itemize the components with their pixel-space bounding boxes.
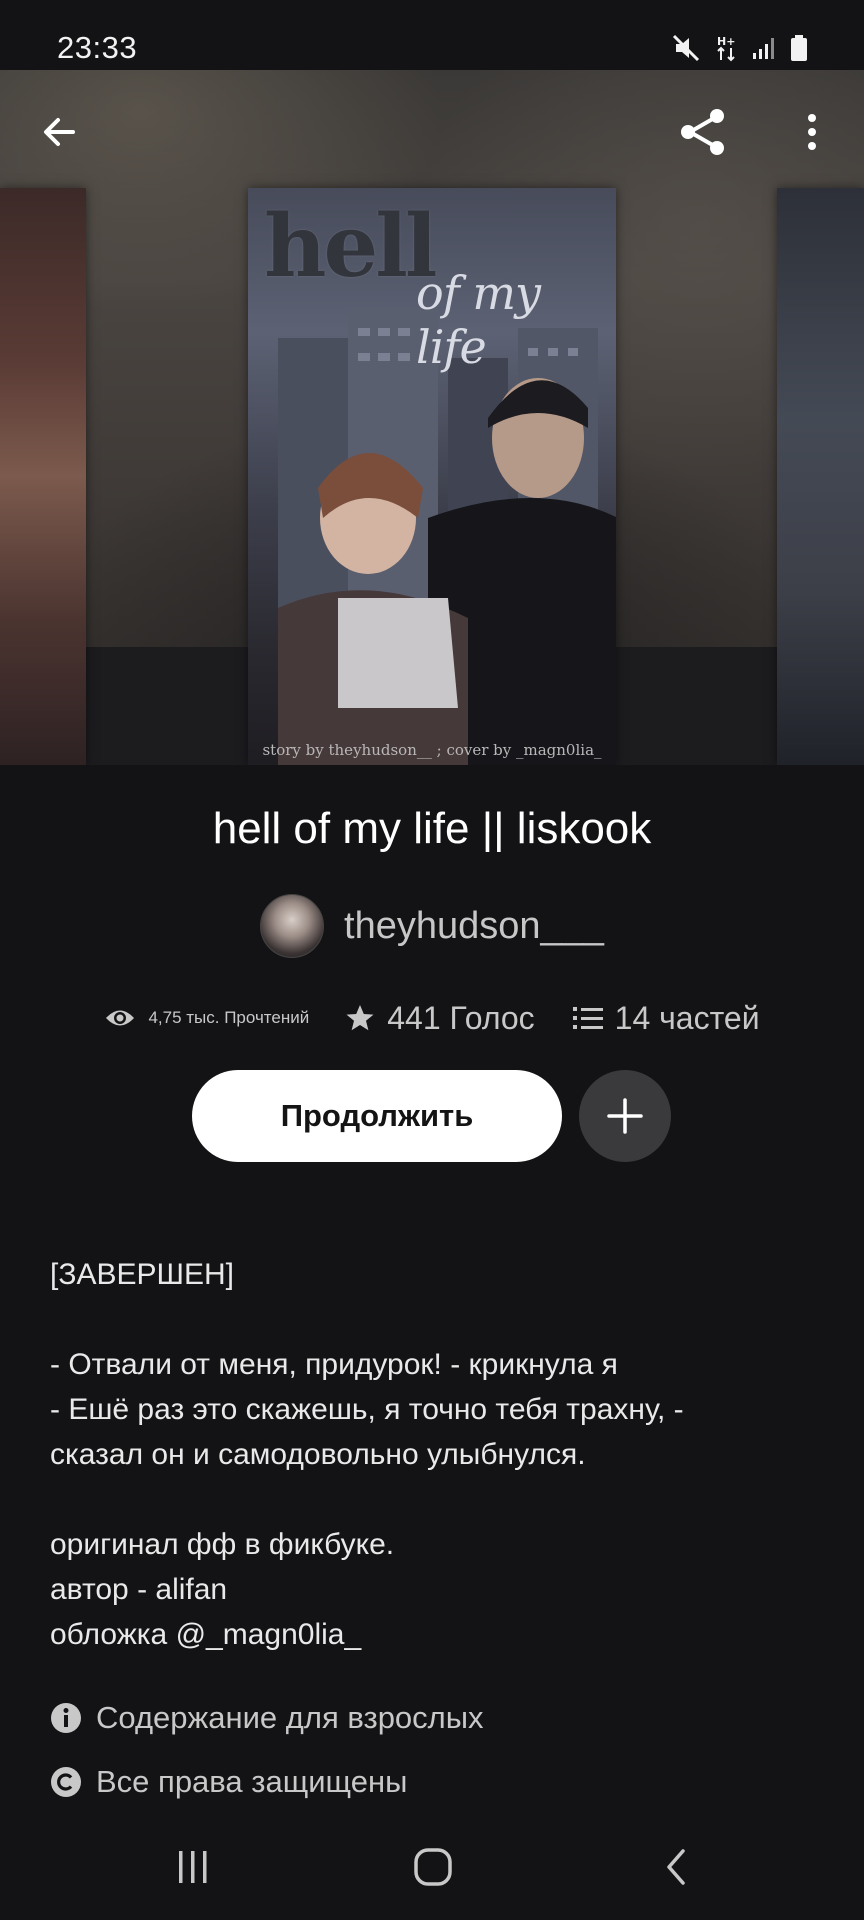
- status-time: 23:33: [57, 30, 138, 65]
- info-icon: [51, 1703, 81, 1733]
- copyright-icon: [51, 1767, 81, 1797]
- next-story-cover[interactable]: [777, 188, 864, 765]
- description-text: [ЗАВЕРШЕН] - Отвали от меня, придурок! -…: [50, 1258, 684, 1651]
- cover-title-hell: hell: [264, 196, 438, 297]
- continue-reading-button[interactable]: Продолжить: [192, 1070, 562, 1162]
- author-name[interactable]: theyhudson___: [344, 905, 604, 948]
- home-icon: [414, 1848, 452, 1886]
- status-bar: 23:33 H+: [0, 0, 864, 70]
- back-button[interactable]: [27, 100, 91, 164]
- home-button[interactable]: [398, 1837, 468, 1897]
- copyright-row: Все права защищены: [50, 1764, 407, 1800]
- copyright-label: Все права защищены: [96, 1764, 408, 1799]
- plus-icon: [607, 1098, 643, 1134]
- more-vertical-icon: [808, 114, 816, 150]
- eye-icon: [106, 1010, 135, 1026]
- system-navigation-bar: [0, 1815, 864, 1920]
- author-avatar[interactable]: [260, 894, 325, 958]
- votes-stat: 441 Голос: [345, 999, 535, 1037]
- cover-carousel: hell of my life story by theyhudson__ ; …: [0, 70, 864, 765]
- system-back-button[interactable]: [642, 1837, 712, 1897]
- add-to-library-button[interactable]: [579, 1070, 671, 1162]
- mature-content-row: Содержание для взрослых: [50, 1700, 484, 1736]
- signal-icon: [752, 36, 776, 65]
- battery-icon: [790, 34, 808, 67]
- cover-credit: story by theyhudson__ ; cover by _magn0l…: [262, 741, 602, 759]
- reads-count: 4,75 тыс. Прочтений: [148, 1008, 310, 1027]
- list-icon: [572, 1007, 603, 1029]
- story-cover[interactable]: hell of my life story by theyhudson__ ; …: [248, 188, 616, 765]
- share-icon: [681, 109, 724, 155]
- more-options-button[interactable]: [780, 100, 844, 164]
- story-title: hell of my life || liskook: [212, 804, 652, 853]
- recents-icon: [179, 1851, 207, 1883]
- votes-count: 441 Голос: [387, 999, 535, 1036]
- share-button[interactable]: [671, 100, 735, 164]
- reads-stat: 4,75 тыс. Прочтений: [104, 1007, 309, 1029]
- mature-content-label: Содержание для взрослых: [96, 1700, 484, 1735]
- story-stats: 4,75 тыс. Прочтений 441 Голос 14 частей: [0, 995, 864, 1041]
- star-icon: [346, 1005, 374, 1031]
- data-arrows-icon: H+: [716, 34, 738, 67]
- story-actions: Продолжить: [0, 1070, 864, 1162]
- mute-icon: [672, 34, 702, 67]
- parts-stat[interactable]: 14 частей: [572, 1000, 760, 1037]
- story-details-screen: 23:33 H+ hell of my life story by theyhu…: [0, 0, 864, 1920]
- parts-count[interactable]: 14 частей: [615, 1000, 760, 1037]
- author-row[interactable]: theyhudson___: [0, 892, 864, 960]
- cover-title-rest: of my life: [416, 266, 541, 374]
- status-icons: H+: [672, 34, 808, 67]
- previous-story-cover[interactable]: [0, 188, 86, 765]
- svg-text:H+: H+: [717, 35, 735, 48]
- arrow-left-icon: [44, 118, 75, 146]
- back-chevron-icon: [667, 1849, 685, 1885]
- recents-button[interactable]: [158, 1837, 228, 1897]
- story-description: [ЗАВЕРШЕН] - Отвали от меня, придурок! -…: [50, 1252, 820, 1657]
